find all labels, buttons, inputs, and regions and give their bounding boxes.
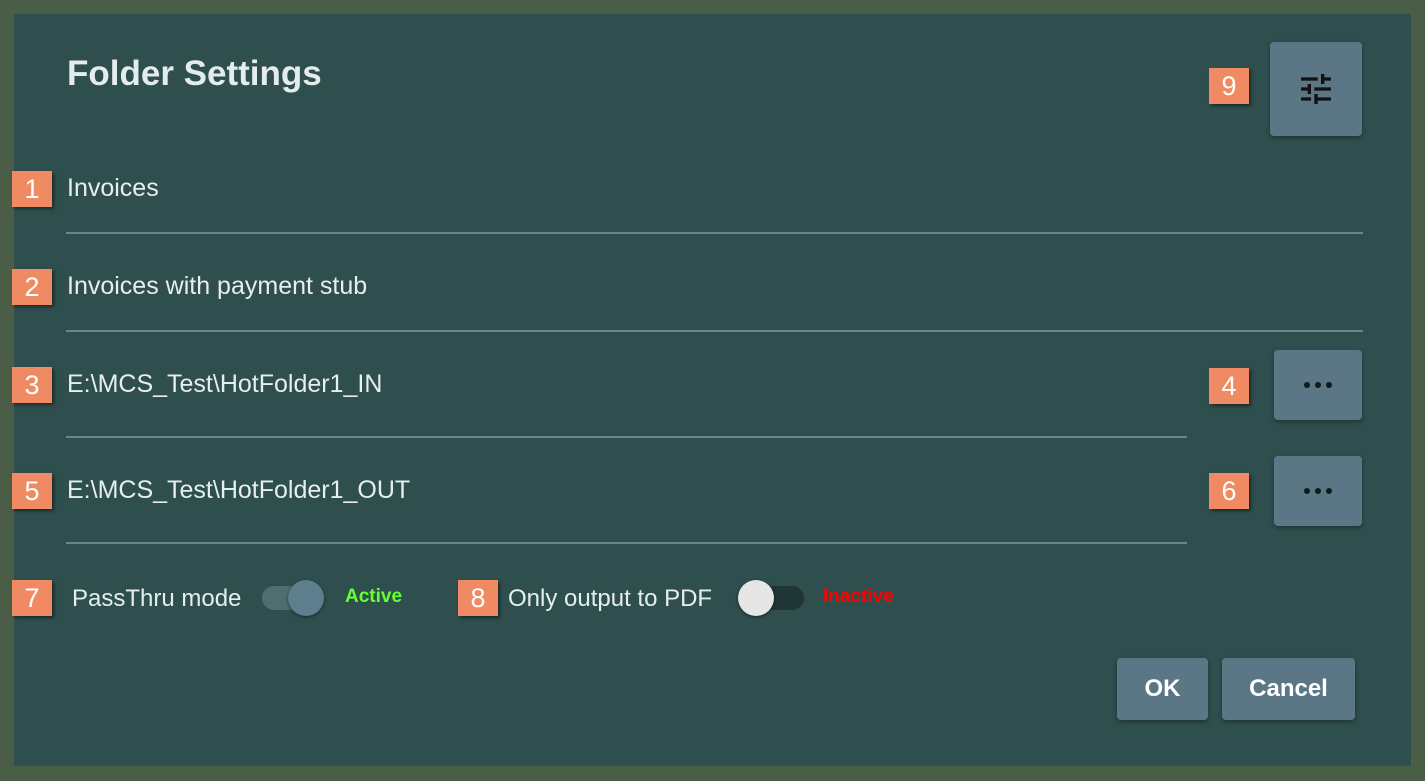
input-folder-underline <box>66 436 1187 438</box>
folder-name-field[interactable]: Invoices <box>67 174 159 203</box>
output-folder-field[interactable]: E:\MCS_Test\HotFolder1_OUT <box>67 476 410 505</box>
passthru-mode-label: PassThru mode <box>72 585 242 612</box>
passthru-mode-toggle[interactable] <box>260 580 330 616</box>
folder-description-field[interactable]: Invoices with payment stub <box>67 272 367 301</box>
output-folder-underline <box>66 542 1187 544</box>
annotation-badge-4: 4 <box>1209 368 1249 404</box>
more-horizontal-icon <box>1304 382 1332 388</box>
annotation-badge-6: 6 <box>1209 473 1249 509</box>
pdf-only-toggle[interactable] <box>738 580 808 616</box>
annotation-badge-1: 1 <box>12 171 52 207</box>
annotation-badge-9: 9 <box>1209 68 1249 104</box>
pdf-only-toggle-knob <box>738 580 774 616</box>
folder-settings-dialog: Folder Settings 9 1 Invoices 2 Invoices … <box>12 14 1411 766</box>
annotation-badge-5: 5 <box>12 473 52 509</box>
pdf-only-label: Only output to PDF <box>508 585 713 612</box>
passthru-toggle-knob <box>288 580 324 616</box>
cancel-button[interactable]: Cancel <box>1222 658 1355 720</box>
advanced-settings-button[interactable] <box>1270 42 1362 136</box>
ok-button[interactable]: OK <box>1117 658 1208 720</box>
folder-name-underline <box>66 232 1363 234</box>
browse-output-folder-button[interactable] <box>1274 456 1362 526</box>
passthru-status-text: Active <box>345 586 403 607</box>
dialog-title: Folder Settings <box>67 54 322 93</box>
annotation-badge-3: 3 <box>12 367 52 403</box>
annotation-badge-2: 2 <box>12 269 52 305</box>
more-horizontal-icon <box>1304 488 1332 494</box>
pdf-only-status-text: Inactive <box>823 586 894 607</box>
browse-input-folder-button[interactable] <box>1274 350 1362 420</box>
input-folder-field[interactable]: E:\MCS_Test\HotFolder1_IN <box>67 370 382 399</box>
tune-sliders-icon <box>1301 74 1331 104</box>
annotation-badge-8: 8 <box>458 580 498 616</box>
annotation-badge-7: 7 <box>12 580 52 616</box>
folder-description-underline <box>66 330 1363 332</box>
